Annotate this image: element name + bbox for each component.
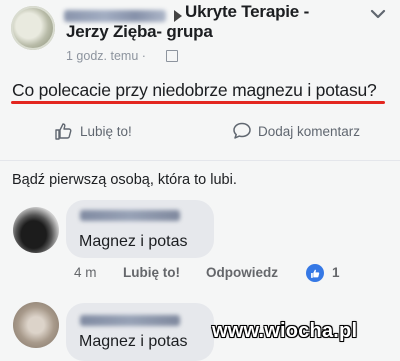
divider (0, 160, 400, 161)
comment-timestamp[interactable]: 4 m (74, 265, 97, 280)
first-like-prompt: Bądź pierwszą osobą, która to lubi. (12, 172, 237, 188)
blurred-commenter-name (80, 210, 180, 221)
commenter-avatar[interactable] (13, 302, 59, 348)
comment-like-button[interactable]: Lubię to! (123, 265, 180, 280)
commenter-avatar[interactable] (13, 207, 59, 253)
thumbs-up-icon (310, 269, 319, 278)
comment-button[interactable]: Dodaj komentarz (232, 121, 360, 141)
like-reaction-icon[interactable] (306, 264, 324, 282)
comment-bubble (66, 303, 214, 361)
blurred-author-name (64, 10, 166, 22)
group-visibility-icon (166, 50, 178, 62)
post-author-avatar[interactable] (11, 6, 55, 50)
group-name-line2[interactable]: Jerzy Zięba- grupa (66, 22, 213, 42)
post-text: Co polecacie przy niedobrze magnezu i po… (12, 80, 377, 100)
comment-label: Dodaj komentarz (258, 123, 361, 139)
comment-text: Magnez i potas (79, 233, 188, 250)
chevron-down-icon[interactable] (370, 6, 386, 22)
watermark: www.wiocha.pl (212, 320, 358, 342)
arrow-right-icon (174, 10, 182, 22)
like-button[interactable]: Lubię to! (54, 121, 132, 141)
comment-text: Magnez i potas (79, 333, 188, 350)
red-underline (11, 101, 385, 104)
post-timestamp[interactable]: 1 godz. temu · (66, 49, 146, 63)
blurred-commenter-name (80, 315, 180, 326)
like-label: Lubię to! (80, 123, 132, 139)
speech-bubble-icon (233, 122, 251, 139)
comment-like-count[interactable]: 1 (332, 265, 340, 280)
group-name-line1[interactable]: Ukryte Terapie - (185, 2, 309, 22)
thumbs-up-icon (55, 123, 72, 140)
comment-reply-button[interactable]: Odpowiedz (206, 265, 278, 280)
